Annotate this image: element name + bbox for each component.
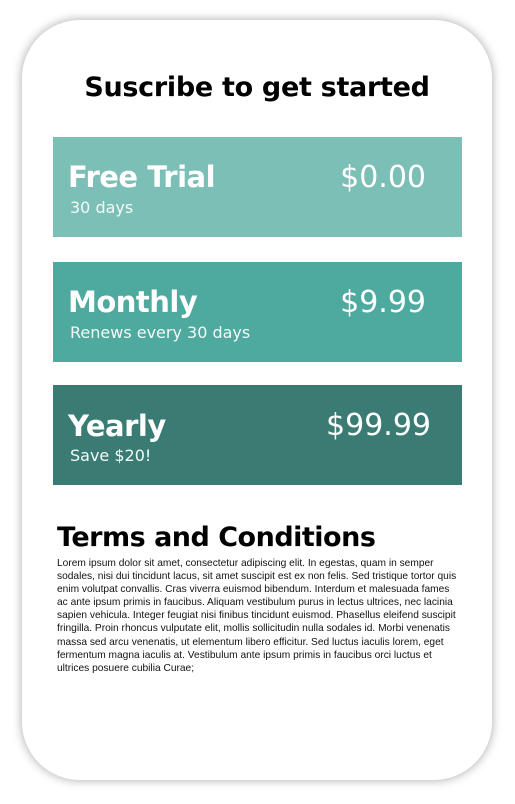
plan-name: Free Trial bbox=[68, 160, 216, 194]
plan-subtitle: Save $20! bbox=[70, 446, 152, 465]
plan-price: $99.99 bbox=[326, 408, 431, 443]
plan-option-free-trial[interactable]: Free Trial 30 days $0.00 bbox=[53, 137, 462, 237]
plan-option-monthly[interactable]: Monthly Renews every 30 days $9.99 bbox=[53, 262, 462, 362]
terms-section: Terms and Conditions Lorem ipsum dolor s… bbox=[57, 522, 457, 675]
plan-price: $0.00 bbox=[340, 160, 426, 195]
plan-name: Monthly bbox=[68, 285, 198, 319]
plan-subtitle: 30 days bbox=[70, 198, 134, 217]
plan-price: $9.99 bbox=[340, 285, 426, 320]
subscription-card: Suscribe to get started Free Trial 30 da… bbox=[22, 20, 492, 780]
terms-title: Terms and Conditions bbox=[57, 522, 376, 553]
plan-name: Yearly bbox=[68, 409, 166, 443]
plan-option-yearly[interactable]: Yearly Save $20! $99.99 bbox=[53, 385, 462, 485]
page-title: Suscribe to get started bbox=[84, 72, 430, 103]
terms-body: Lorem ipsum dolor sit amet, consectetur … bbox=[57, 558, 457, 674]
plan-subtitle: Renews every 30 days bbox=[70, 323, 251, 342]
